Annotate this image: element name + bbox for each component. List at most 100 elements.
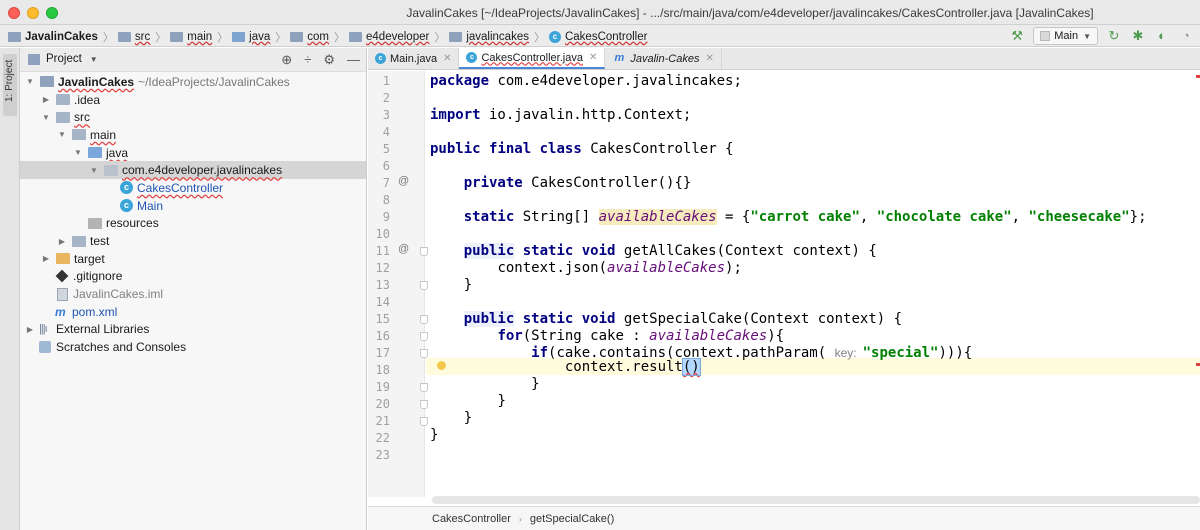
breadcrumb-item-project[interactable]: JavalinCakes 〉 <box>8 29 114 45</box>
class-icon: c <box>548 31 561 43</box>
tree-item-gitignore[interactable]: .gitignore <box>20 268 366 286</box>
chevron-down-icon[interactable]: ▼ <box>88 166 100 175</box>
fold-marker-icon[interactable] <box>420 315 428 324</box>
tree-item-external-libraries[interactable]: ▶ |||ı External Libraries <box>20 321 366 339</box>
tab-cakescontroller-java[interactable]: c CakesController.java ✕ <box>459 48 606 69</box>
tab-main-java[interactable]: c Main.java ✕ <box>368 48 460 69</box>
tree-item-main-class[interactable]: c Main <box>20 197 366 215</box>
breadcrumb-item-main[interactable]: main 〉 <box>170 29 228 45</box>
debug-bug-icon[interactable]: ✱ <box>1130 28 1146 44</box>
line-number: 3 <box>382 108 390 122</box>
line-number: 14 <box>375 295 390 309</box>
project-panel-tools: ⊕ ÷ ⚙ — <box>269 52 360 68</box>
tree-item-idea[interactable]: ▶ .idea <box>20 91 366 109</box>
error-stripe-marker[interactable] <box>1196 363 1200 366</box>
chevron-down-icon: ▼ <box>89 54 98 64</box>
navigation-bar: JavalinCakes 〉 src 〉 main 〉 java 〉 com 〉 e4de… <box>0 25 1200 47</box>
tree-item-scratches[interactable]: Scratches and Consoles <box>20 338 366 356</box>
breadcrumb-class[interactable]: CakesController <box>432 513 511 525</box>
tree-item-pom[interactable]: m pom.xml <box>20 303 366 321</box>
locate-icon[interactable]: ⊕ <box>281 52 292 68</box>
chevron-down-icon[interactable]: ▼ <box>40 113 52 122</box>
close-icon[interactable]: ✕ <box>443 53 451 64</box>
override-marker-icon[interactable]: @ <box>398 175 409 187</box>
maven-icon: m <box>55 304 66 319</box>
close-icon[interactable]: ✕ <box>705 53 713 64</box>
chevron-down-icon[interactable]: ▼ <box>72 148 84 157</box>
line-number: 10 <box>375 227 390 241</box>
rerun-icon[interactable]: ↻ <box>1106 28 1122 44</box>
tree-item-package[interactable]: ▼ com.e4developer.javalincakes <box>20 161 366 180</box>
tree-item-target[interactable]: ▶ target <box>20 250 366 268</box>
tree-item-project-root[interactable]: ▼ JavalinCakes ~/IdeaProjects/JavalinCak… <box>20 73 366 91</box>
folder-icon <box>56 111 70 123</box>
code-line: package com.e4developer.javalincakes; <box>430 73 742 89</box>
hide-icon[interactable]: — <box>347 52 360 68</box>
breadcrumb-item-com[interactable]: com 〉 <box>290 29 345 45</box>
run-configuration-select[interactable]: Main ▼ <box>1033 27 1098 45</box>
breadcrumb-item-e4developer[interactable]: e4developer 〉 <box>349 29 445 45</box>
code-editor[interactable]: 1 2 3 4 5 6 7 8 9 10 11 12 13 14 15 16 1… <box>368 71 1200 497</box>
library-icon: |||ı <box>39 323 48 336</box>
project-panel: Project ▼ ⊕ ÷ ⚙ — ▼ JavalinCakes ~/IdeaP… <box>20 48 367 530</box>
folder-icon <box>290 32 304 42</box>
collapse-all-icon[interactable]: ÷ <box>304 52 311 68</box>
tab-javalin-cakes[interactable]: m Javalin-Cakes ✕ <box>605 48 722 69</box>
chevron-down-icon: ▼ <box>1083 31 1091 41</box>
tree-item-main[interactable]: ▼ main <box>20 126 366 144</box>
breadcrumb-item-javalincakes[interactable]: javalincakes 〉 <box>449 29 545 45</box>
horizontal-scrollbar[interactable] <box>432 496 1200 504</box>
chevron-right-icon[interactable]: ▶ <box>40 95 52 104</box>
text-cursor-parens: () <box>681 358 701 376</box>
gear-icon[interactable]: ⚙ <box>323 52 335 68</box>
breadcrumb-item-cakescontroller[interactable]: c CakesController <box>548 31 647 43</box>
maven-icon: m <box>614 52 625 64</box>
chevron-right-icon[interactable]: ▶ <box>24 325 36 334</box>
line-number: 9 <box>382 210 390 224</box>
fold-marker-icon[interactable] <box>420 400 428 409</box>
class-icon: c <box>466 52 478 63</box>
code-line: public static void getSpecialCake(Contex… <box>463 311 903 327</box>
package-icon <box>104 164 118 176</box>
tree-item-src[interactable]: ▼ src <box>20 108 366 126</box>
chevron-down-icon[interactable]: ▼ <box>56 130 68 139</box>
override-marker-icon[interactable]: @ <box>398 243 409 255</box>
error-stripe-marker[interactable] <box>1196 75 1200 78</box>
tree-item-resources[interactable]: resources <box>20 215 366 233</box>
fold-marker-icon[interactable] <box>420 417 428 426</box>
class-icon: c <box>120 199 133 213</box>
line-number: 16 <box>375 329 390 343</box>
tree-item-cakescontroller[interactable]: c CakesController <box>20 179 366 197</box>
breadcrumb-item-java[interactable]: java 〉 <box>232 29 286 45</box>
coverage-icon[interactable]: ◐ <box>1154 28 1170 44</box>
fold-marker-icon[interactable] <box>420 349 428 358</box>
folder-icon <box>72 235 86 247</box>
git-icon <box>55 270 69 283</box>
chevron-right-icon[interactable]: ▶ <box>40 254 52 263</box>
breadcrumb-method[interactable]: getSpecialCake() <box>530 513 614 525</box>
code-line: } <box>497 393 506 409</box>
line-number: 18 <box>375 363 390 377</box>
tree-item-test[interactable]: ▶ test <box>20 232 366 250</box>
breadcrumb: JavalinCakes 〉 src 〉 main 〉 java 〉 com 〉 e4de… <box>8 29 651 45</box>
build-hammer-icon[interactable]: ⚒ <box>1009 28 1025 44</box>
line-number: 13 <box>375 278 390 292</box>
editor-gutter: 1 2 3 4 5 6 7 8 9 10 11 12 13 14 15 16 1… <box>368 71 428 497</box>
fold-marker-icon[interactable] <box>420 332 428 341</box>
window-title: JavalinCakes [~/IdeaProjects/JavalinCake… <box>406 6 1094 20</box>
line-number: 19 <box>375 380 390 394</box>
fold-marker-icon[interactable] <box>420 281 428 290</box>
line-number: 7 <box>382 176 390 190</box>
tree-item-iml[interactable]: JavalinCakes.iml <box>20 285 366 303</box>
code-line: public static void getAllCakes(Context c… <box>463 243 877 259</box>
project-view-select[interactable]: Project ▼ <box>28 53 98 65</box>
chevron-right-icon[interactable]: ▶ <box>56 237 68 246</box>
stop-icon[interactable]: ◔ <box>1178 28 1194 44</box>
fold-marker-icon[interactable] <box>420 383 428 392</box>
project-tool-window-tab[interactable]: 1: Project <box>3 54 17 116</box>
close-icon[interactable]: ✕ <box>589 52 597 63</box>
tree-item-java[interactable]: ▼ java <box>20 144 366 162</box>
fold-marker-icon[interactable] <box>420 247 428 256</box>
chevron-down-icon[interactable]: ▼ <box>24 77 36 86</box>
breadcrumb-item-src[interactable]: src 〉 <box>117 29 166 45</box>
